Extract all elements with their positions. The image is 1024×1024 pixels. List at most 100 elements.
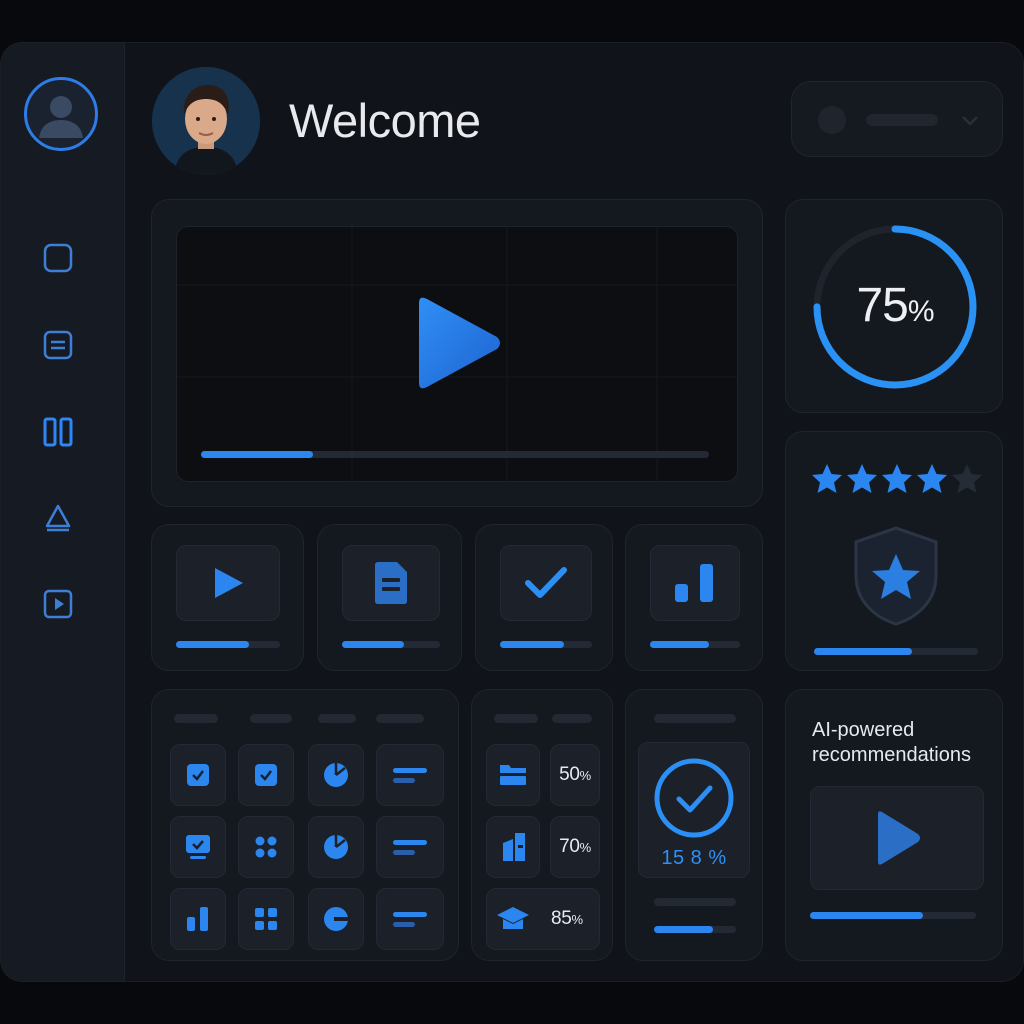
- chevron-down-icon: [962, 116, 978, 126]
- check-icon: [525, 567, 567, 598]
- check-header-pill: [654, 714, 736, 723]
- grid-tile[interactable]: [376, 744, 444, 806]
- pie-chart-icon: [324, 763, 348, 787]
- stats-row-icon[interactable]: [486, 744, 540, 806]
- rating-progress-fill: [814, 648, 913, 655]
- grid-tile[interactable]: [376, 816, 444, 878]
- columns-icon: [43, 417, 73, 447]
- grid-tile[interactable]: [170, 744, 226, 806]
- quick-tile-chart[interactable]: [625, 524, 763, 671]
- ring-number: 75: [856, 279, 908, 332]
- lines-icon: [393, 768, 427, 783]
- bar-chart-icon: [187, 907, 208, 931]
- grid-tile[interactable]: [238, 744, 294, 806]
- grid-header-pill: [376, 714, 424, 723]
- play-icon[interactable]: [413, 295, 503, 391]
- grid-header-pill: [174, 714, 218, 723]
- profile-dropdown[interactable]: [791, 81, 1003, 157]
- play-icon: [215, 568, 243, 598]
- sidebar: [1, 43, 125, 981]
- star-filled-icon[interactable]: [845, 462, 879, 496]
- stat-unit: %: [579, 768, 592, 783]
- user-avatar-icon: [39, 96, 83, 138]
- grid-icon: [255, 908, 277, 930]
- sidebar-item-document[interactable]: [41, 328, 75, 362]
- quick-tile-document[interactable]: [317, 524, 462, 671]
- star-rating[interactable]: [810, 462, 984, 498]
- quick-tile-progress-fill: [500, 641, 565, 648]
- video-player[interactable]: [176, 226, 738, 482]
- stats-row[interactable]: 85%: [486, 888, 600, 950]
- stat-value: 50: [559, 764, 580, 785]
- progress-ring-value: 75%: [786, 278, 1004, 333]
- check-status-panel: 15 8 %: [625, 689, 763, 961]
- document-icon: [375, 562, 407, 604]
- app-window: Welcome 75% 50% 70% 85% 15 8 % AI-powere…: [0, 42, 1024, 982]
- dropdown-label-placeholder: [866, 114, 938, 126]
- sidebar-item-video[interactable]: [41, 587, 75, 621]
- video-card: [151, 199, 763, 507]
- grid-tile[interactable]: [308, 888, 364, 950]
- grid-tile[interactable]: [238, 816, 294, 878]
- quick-tile-check[interactable]: [475, 524, 613, 671]
- stats-row-value: 50%: [550, 744, 600, 806]
- check-status-box[interactable]: 15 8 %: [638, 742, 750, 878]
- shield-star-icon: [854, 526, 938, 626]
- monitor-check-icon: [186, 835, 210, 859]
- stat-value: 85: [551, 908, 572, 929]
- stats-row-icon[interactable]: [486, 816, 540, 878]
- quick-tile-video[interactable]: [151, 524, 304, 671]
- quick-tile-progress: [500, 641, 592, 648]
- welcome-title: Welcome: [289, 94, 481, 147]
- user-photo: [152, 67, 260, 175]
- grid-tile[interactable]: [238, 888, 294, 950]
- progress-ring-card: 75%: [785, 199, 1003, 413]
- play-icon: [878, 811, 920, 865]
- quick-tile-progress: [176, 641, 280, 648]
- grid-header-pill: [250, 714, 292, 723]
- recommendation-progress-fill: [810, 912, 923, 919]
- dots-icon: [255, 836, 277, 858]
- quick-tile-progress: [342, 641, 440, 648]
- stat-value: 70: [559, 836, 580, 857]
- check-circle-icon: [654, 758, 734, 838]
- grid-tile[interactable]: [308, 816, 364, 878]
- user-avatar[interactable]: [152, 67, 260, 175]
- lines-icon: [393, 912, 427, 927]
- rating-card: [785, 431, 1003, 671]
- star-filled-icon[interactable]: [880, 462, 914, 496]
- quick-tile-icon-box: [342, 545, 440, 621]
- quick-tile-icon-box: [500, 545, 592, 621]
- sidebar-profile-button[interactable]: [24, 77, 98, 151]
- quick-tile-progress-fill: [342, 641, 404, 648]
- star-empty-icon[interactable]: [950, 462, 984, 496]
- stat-unit: %: [579, 840, 592, 855]
- check-panel-progress-fill: [654, 926, 714, 933]
- star-filled-icon[interactable]: [915, 462, 949, 496]
- checkbox-icon: [255, 764, 277, 786]
- sidebar-item-square[interactable]: [41, 241, 75, 275]
- recommendation-card: AI-powered recommendations: [785, 689, 1003, 961]
- square-icon: [43, 243, 73, 273]
- check-panel-progress: [654, 926, 736, 933]
- recommendation-title: AI-powered recommendations: [812, 719, 971, 766]
- bar-chart-icon: [675, 564, 713, 602]
- recommendation-video[interactable]: [810, 786, 984, 890]
- grid-tile[interactable]: [376, 888, 444, 950]
- quick-tile-icon-box: [176, 545, 280, 621]
- lines-icon: [393, 840, 427, 855]
- sidebar-item-columns[interactable]: [41, 415, 75, 449]
- sidebar-item-triangle[interactable]: [41, 501, 75, 535]
- grid-tile[interactable]: [308, 744, 364, 806]
- grid-tile[interactable]: [170, 888, 226, 950]
- checkbox-icon: [187, 764, 209, 786]
- dropdown-dot: [818, 106, 846, 134]
- star-filled-icon[interactable]: [810, 462, 844, 496]
- quick-tile-progress-fill: [650, 641, 709, 648]
- ring-unit: %: [907, 295, 935, 328]
- rating-progress-bar: [814, 648, 978, 655]
- grid-tile[interactable]: [170, 816, 226, 878]
- stats-panel: 50% 70% 85%: [471, 689, 613, 961]
- book-icon: [503, 833, 525, 861]
- video-progress-bar[interactable]: [201, 451, 709, 458]
